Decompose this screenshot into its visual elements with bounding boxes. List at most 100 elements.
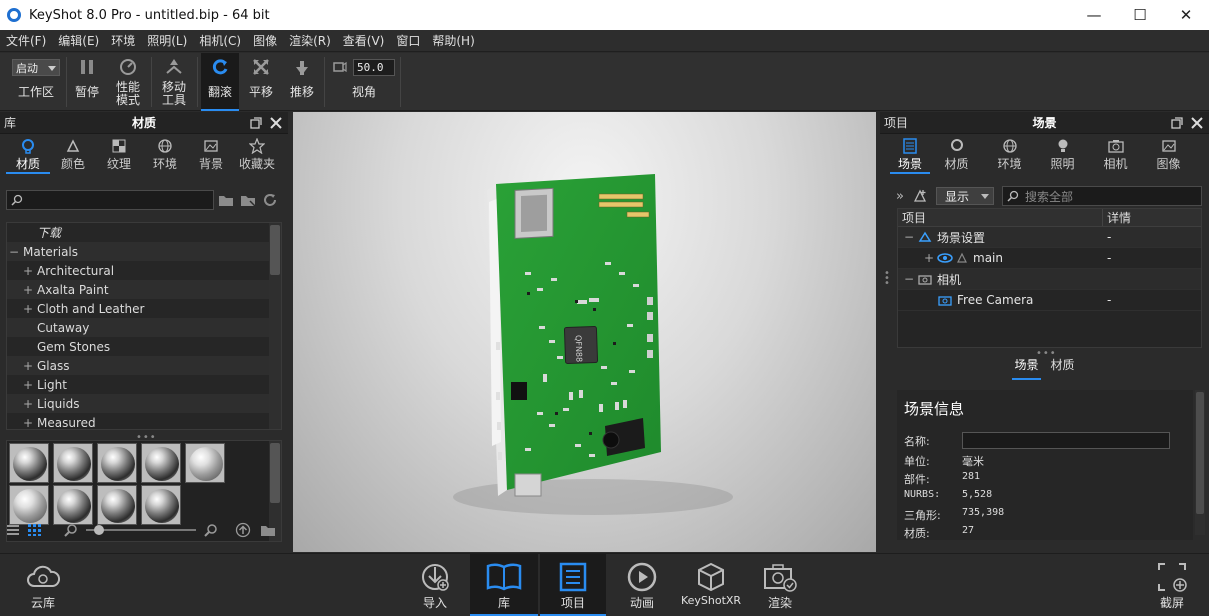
tree-folder-label: Architectural xyxy=(37,263,115,278)
add-folder-icon[interactable] xyxy=(218,192,236,208)
render-button[interactable]: 渲染 xyxy=(758,554,802,616)
zoom-out-icon[interactable] xyxy=(64,523,78,537)
tree-expander-icon[interactable]: + xyxy=(21,378,35,392)
menu-file[interactable]: 文件(F) xyxy=(0,32,52,49)
tree-folder-item[interactable]: + Measured xyxy=(7,413,281,430)
material-thumbnail[interactable] xyxy=(53,443,93,483)
tab-colors[interactable]: 颜色 xyxy=(50,134,96,174)
thumbnail-size-slider[interactable] xyxy=(86,525,196,535)
library-search-input[interactable] xyxy=(6,190,214,210)
tab-materials[interactable]: 材质 xyxy=(6,134,50,174)
close-button[interactable]: ✕ xyxy=(1163,0,1209,30)
subtab-scene[interactable]: 场景 xyxy=(1012,354,1041,380)
tab-project-image[interactable]: 图像 xyxy=(1142,134,1195,174)
dolly-button[interactable]: 推移 xyxy=(284,53,320,111)
info-scrollbar[interactable] xyxy=(1195,390,1205,535)
tree-folder-item[interactable]: + Glass xyxy=(7,356,281,375)
undock-icon[interactable] xyxy=(1171,116,1183,129)
menu-edit[interactable]: 编辑(E) xyxy=(52,32,105,49)
import-button[interactable]: 导入 xyxy=(414,554,456,616)
tumble-button[interactable]: 翻滚 xyxy=(201,53,239,111)
material-thumbnail[interactable] xyxy=(9,443,49,483)
tree-folder-item[interactable]: + Light xyxy=(7,375,281,394)
minimize-button[interactable]: — xyxy=(1071,0,1117,30)
scene-tree-row[interactable]: Free Camera - xyxy=(898,290,1201,311)
tree-expander-icon[interactable]: + xyxy=(21,264,35,278)
scene-tree-row[interactable]: + main - xyxy=(898,248,1201,269)
tree-folder-item[interactable]: − Materials xyxy=(7,242,281,261)
tab-scene[interactable]: 场景 xyxy=(890,134,930,174)
scene-search-input[interactable]: 搜索全部 xyxy=(1001,186,1202,206)
render-viewport[interactable]: QFN88 xyxy=(293,112,876,552)
tab-project-camera[interactable]: 相机 xyxy=(1089,134,1142,174)
tab-environments[interactable]: 环境 xyxy=(142,134,188,174)
library-toggle-button[interactable]: 库 xyxy=(470,554,538,616)
material-thumbnail[interactable] xyxy=(185,443,225,483)
menu-render[interactable]: 渲染(R) xyxy=(283,32,337,49)
menu-view[interactable]: 查看(V) xyxy=(337,32,391,49)
menu-image[interactable]: 图像 xyxy=(247,32,283,49)
tab-project-lighting[interactable]: 照明 xyxy=(1036,134,1089,174)
import-folder-icon[interactable] xyxy=(260,522,278,538)
tab-backplates[interactable]: 背景 xyxy=(188,134,234,174)
tree-folder-item[interactable]: + Liquids xyxy=(7,394,281,413)
tree-expander-icon[interactable]: + xyxy=(21,397,35,411)
add-geometry-icon[interactable] xyxy=(912,188,928,204)
animation-button[interactable]: 动画 xyxy=(620,554,664,616)
scene-tree-row[interactable]: − 场景设置 - xyxy=(898,227,1201,248)
subtab-material[interactable]: 材质 xyxy=(1049,354,1077,380)
keyshotxr-button[interactable]: KeyShotXR xyxy=(680,554,742,616)
move-tool-button[interactable]: 移动 工具 xyxy=(155,53,193,111)
cloud-library-button[interactable]: 云库 xyxy=(20,554,66,616)
tree-folder-item[interactable]: + Cloth and Leather xyxy=(7,299,281,318)
scene-name-input[interactable] xyxy=(962,432,1170,449)
performance-mode-button[interactable]: 性能 模式 xyxy=(108,53,148,111)
refresh-icon[interactable] xyxy=(262,192,278,208)
workspace-dropdown[interactable]: 启动 xyxy=(12,59,60,76)
scene-tree-row[interactable]: − 相机 xyxy=(898,269,1201,290)
tree-expander-icon[interactable]: + xyxy=(21,359,35,373)
remove-folder-icon[interactable] xyxy=(240,192,258,208)
menu-camera[interactable]: 相机(C) xyxy=(193,32,247,49)
menu-help[interactable]: 帮助(H) xyxy=(426,32,480,49)
menu-window[interactable]: 窗口 xyxy=(390,32,426,49)
tree-folder-item[interactable]: Cutaway xyxy=(7,318,281,337)
side-grip[interactable]: • • • xyxy=(880,208,894,348)
material-thumbnail[interactable] xyxy=(141,443,181,483)
tab-project-materials[interactable]: 材质 xyxy=(930,134,983,174)
upload-icon[interactable] xyxy=(234,522,252,538)
close-panel-icon[interactable] xyxy=(1191,116,1203,129)
grid-view-icon[interactable] xyxy=(28,524,42,536)
pause-button[interactable]: 暂停 xyxy=(70,53,104,111)
menu-environment[interactable]: 环境 xyxy=(105,32,141,49)
tree-expander-icon[interactable]: − xyxy=(7,245,21,259)
tree-expander-icon[interactable]: + xyxy=(21,283,35,297)
tree-expander-icon[interactable]: + xyxy=(21,416,35,430)
pan-button[interactable]: 平移 xyxy=(243,53,279,111)
display-dropdown[interactable]: 显示 xyxy=(935,187,994,205)
tree-scrollbar[interactable] xyxy=(269,223,281,429)
tab-favorites[interactable]: 收藏夹 xyxy=(234,134,280,174)
screenshot-button[interactable]: 截屏 xyxy=(1150,554,1194,616)
tree-expander-icon[interactable]: − xyxy=(904,230,916,244)
tree-folder-item[interactable]: 下载 xyxy=(7,223,281,242)
tree-expander-icon[interactable]: + xyxy=(21,302,35,316)
field-of-view-input[interactable]: 50.0 xyxy=(353,58,395,76)
tree-folder-item[interactable]: Gem Stones xyxy=(7,337,281,356)
close-panel-icon[interactable] xyxy=(270,116,282,129)
tab-project-environment[interactable]: 环境 xyxy=(983,134,1036,174)
tab-textures[interactable]: 纹理 xyxy=(96,134,142,174)
menu-lighting[interactable]: 照明(L) xyxy=(141,32,193,49)
maximize-button[interactable]: ☐ xyxy=(1117,0,1163,30)
eye-icon[interactable] xyxy=(936,253,954,263)
tree-expander-icon[interactable]: − xyxy=(904,272,916,286)
material-thumbnail[interactable] xyxy=(97,443,137,483)
tree-folder-item[interactable]: + Architectural xyxy=(7,261,281,280)
zoom-in-icon[interactable] xyxy=(204,523,218,537)
project-toggle-button[interactable]: 项目 xyxy=(540,554,606,616)
tree-expander-icon[interactable]: + xyxy=(924,251,936,265)
expand-chevron-icon[interactable]: » xyxy=(896,189,904,204)
list-view-icon[interactable] xyxy=(6,524,20,536)
tree-folder-item[interactable]: + Axalta Paint xyxy=(7,280,281,299)
undock-icon[interactable] xyxy=(250,116,262,129)
